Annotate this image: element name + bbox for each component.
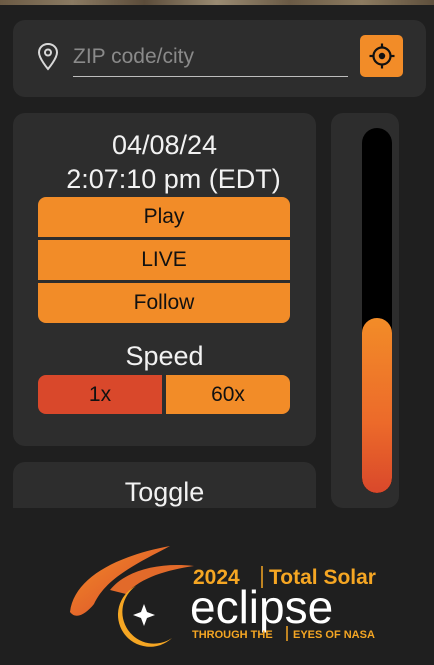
sun-sparkle-icon xyxy=(133,604,155,626)
time-slider-track[interactable] xyxy=(362,128,392,493)
toggle-label: Toggle xyxy=(124,477,205,507)
speed-label: Speed xyxy=(125,341,204,371)
speed-60x-button[interactable]: 60x xyxy=(166,375,290,414)
follow-button[interactable]: Follow xyxy=(38,283,290,323)
zip-city-input[interactable] xyxy=(73,42,348,77)
time-slider-fill xyxy=(362,317,392,493)
time-display: 2:07:10 pm (EDT) xyxy=(66,164,281,194)
time-control-panel: 04/08/24 2:07:10 pm (EDT) Play LIVE Foll… xyxy=(13,113,316,446)
date-display: 04/08/24 xyxy=(111,130,218,160)
eclipse-2024-logo: 2024 Total Solar eclipse THROUGH THE EYE… xyxy=(70,546,376,647)
logo-tagline-left: THROUGH THE xyxy=(192,629,273,641)
live-button[interactable]: LIVE xyxy=(38,240,290,280)
vertical-slider-panel xyxy=(331,113,399,508)
locate-me-button[interactable] xyxy=(360,35,403,77)
play-button[interactable]: Play xyxy=(38,197,290,237)
logo-tagline-right: EYES OF NASA xyxy=(293,629,375,641)
top-image-strip xyxy=(0,0,434,5)
crosshair-icon xyxy=(369,43,394,69)
toggle-panel[interactable]: Toggle xyxy=(13,462,316,508)
location-pin-icon xyxy=(37,42,59,71)
logo-word: eclipse xyxy=(190,581,333,633)
location-search-panel xyxy=(13,20,426,97)
speed-1x-button[interactable]: 1x xyxy=(38,375,162,414)
